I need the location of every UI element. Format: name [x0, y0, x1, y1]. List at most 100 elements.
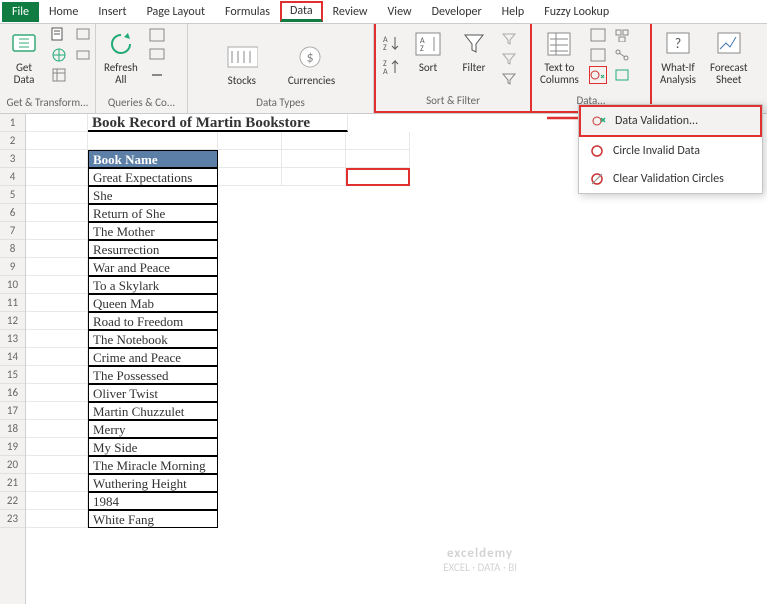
flash-fill-icon[interactable]	[589, 26, 607, 44]
row-header[interactable]: 12	[0, 312, 25, 330]
table-row[interactable]: The Possessed	[88, 366, 218, 384]
group-get-transform-label: Get & Transform...	[4, 96, 91, 111]
table-row[interactable]: To a Skylark	[88, 276, 218, 294]
filter-button[interactable]: Filter	[454, 26, 494, 76]
row-header[interactable]: 11	[0, 294, 25, 312]
group-queries-label: Queries & Co...	[100, 96, 183, 111]
table-row[interactable]: 1984	[88, 492, 218, 510]
table-row[interactable]: Queen Mab	[88, 294, 218, 312]
queries-icon[interactable]	[148, 26, 166, 44]
column-header-book-name: Book Name	[88, 150, 218, 168]
row-header[interactable]: 6	[0, 204, 25, 222]
table-row[interactable]: My Side	[88, 438, 218, 456]
row-headers: 1 2 3 4 5 6 7 8 9 10 11 12 13 14 15 16 1…	[0, 114, 26, 604]
from-text-icon[interactable]	[50, 26, 68, 44]
table-row[interactable]: The Miracle Morning	[88, 456, 218, 474]
get-data-button[interactable]: Get Data	[4, 26, 44, 88]
table-row[interactable]: Great Expectations	[88, 168, 218, 186]
row-header[interactable]: 9	[0, 258, 25, 276]
row-header[interactable]: 10	[0, 276, 25, 294]
menu-circle-invalid[interactable]: Circle Invalid Data	[579, 137, 762, 165]
row-header[interactable]: 13	[0, 330, 25, 348]
menu-clear-circles[interactable]: Clear Validation Circles	[579, 165, 762, 193]
svg-text:Z: Z	[383, 43, 387, 53]
forecast-icon	[713, 28, 745, 60]
row-header[interactable]: 5	[0, 186, 25, 204]
row-header[interactable]: 7	[0, 222, 25, 240]
recent-sources-icon[interactable]	[74, 26, 92, 44]
edit-links-icon[interactable]	[148, 66, 166, 84]
table-row[interactable]: Merry	[88, 420, 218, 438]
row-header[interactable]: 1	[0, 114, 25, 132]
row-header[interactable]: 23	[0, 510, 25, 528]
menu-file[interactable]: File	[2, 2, 39, 22]
menu-home[interactable]: Home	[39, 2, 88, 22]
sort-az-icon[interactable]: AZ	[380, 32, 402, 54]
currencies-button[interactable]: $ Currencies	[284, 39, 339, 89]
table-row[interactable]: The Mother	[88, 222, 218, 240]
menu-data-validation[interactable]: Data Validation...	[579, 105, 762, 137]
menu-data[interactable]: Data	[280, 1, 323, 22]
row-header[interactable]: 4	[0, 168, 25, 186]
reapply-icon[interactable]	[500, 50, 518, 68]
row-header[interactable]: 8	[0, 240, 25, 258]
row-header[interactable]: 18	[0, 420, 25, 438]
sort-button[interactable]: AZ Sort	[408, 26, 448, 76]
row-header[interactable]: 20	[0, 456, 25, 474]
forecast-label: Forecast Sheet	[710, 62, 748, 86]
refresh-all-button[interactable]: Refresh All	[100, 26, 142, 88]
table-row[interactable]: Resurrection	[88, 240, 218, 258]
consolidate-icon[interactable]	[613, 26, 631, 44]
row-header[interactable]: 2	[0, 132, 25, 150]
sort-za-icon[interactable]: ZA	[380, 56, 402, 78]
get-data-label: Get Data	[14, 62, 35, 86]
menu-insert[interactable]: Insert	[88, 2, 136, 22]
table-row[interactable]: Oliver Twist	[88, 384, 218, 402]
table-row[interactable]: The Notebook	[88, 330, 218, 348]
menu-fuzzy-lookup[interactable]: Fuzzy Lookup	[534, 2, 619, 22]
table-row[interactable]: War and Peace	[88, 258, 218, 276]
from-table-icon[interactable]	[50, 66, 68, 84]
selected-cell[interactable]	[346, 168, 410, 186]
table-row[interactable]: Return of She	[88, 204, 218, 222]
forecast-sheet-button[interactable]: Forecast Sheet	[706, 26, 752, 88]
text-to-columns-icon	[543, 28, 575, 60]
table-row[interactable]: White Fang	[88, 510, 218, 528]
data-model-icon[interactable]	[613, 66, 631, 84]
advanced-filter-icon[interactable]	[500, 70, 518, 88]
existing-connections-icon[interactable]	[74, 46, 92, 64]
stocks-label: Stocks	[228, 75, 256, 87]
relationships-icon[interactable]	[613, 46, 631, 64]
table-row[interactable]: Wuthering Height	[88, 474, 218, 492]
row-header[interactable]: 21	[0, 474, 25, 492]
menu-view[interactable]: View	[378, 2, 422, 22]
row-header[interactable]: 22	[0, 492, 25, 510]
table-row[interactable]: She	[88, 186, 218, 204]
row-header[interactable]: 19	[0, 438, 25, 456]
menu-help[interactable]: Help	[492, 2, 535, 22]
row-header[interactable]: 16	[0, 384, 25, 402]
clear-circles-text: Clear Validation Circles	[613, 172, 724, 186]
row-header[interactable]: 15	[0, 366, 25, 384]
from-web-icon[interactable]	[50, 46, 68, 64]
row-header[interactable]: 14	[0, 348, 25, 366]
properties-icon[interactable]	[148, 46, 166, 64]
row-header[interactable]: 3	[0, 150, 25, 168]
row-header[interactable]: 17	[0, 402, 25, 420]
menu-review[interactable]: Review	[323, 2, 378, 22]
stocks-button[interactable]: Stocks	[222, 39, 262, 89]
data-validation-split-icon[interactable]	[589, 66, 607, 84]
menu-developer[interactable]: Developer	[422, 2, 492, 22]
ribbon: Get Data Get & Transform... Refresh All	[0, 24, 767, 114]
whatif-button[interactable]: ? What-If Analysis	[656, 26, 700, 88]
remove-duplicates-icon[interactable]	[589, 46, 607, 64]
whatif-icon: ?	[662, 28, 694, 60]
menu-formulas[interactable]: Formulas	[215, 2, 280, 22]
text-to-columns-button[interactable]: Text to Columns	[536, 26, 583, 88]
table-row[interactable]: Crime and Peace	[88, 348, 218, 366]
table-row[interactable]: Martin Chuzzulet	[88, 402, 218, 420]
refresh-all-label: Refresh All	[104, 62, 138, 86]
menu-page-layout[interactable]: Page Layout	[137, 2, 215, 22]
table-row[interactable]: Road to Freedom	[88, 312, 218, 330]
clear-filter-icon[interactable]	[500, 30, 518, 48]
